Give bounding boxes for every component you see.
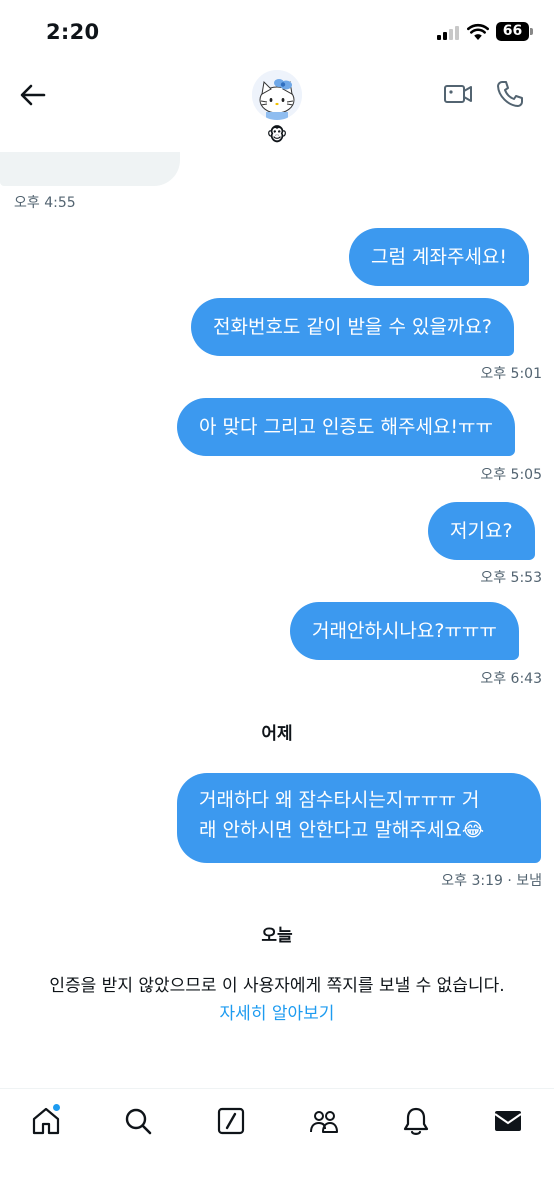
video-call-icon[interactable] xyxy=(442,78,474,110)
communities-icon[interactable] xyxy=(308,1105,340,1137)
message-timestamp: 오후 3:19 · 보냄 xyxy=(441,873,542,889)
battery-indicator: 66 xyxy=(496,22,529,41)
date-divider-yesterday: 어제 xyxy=(261,724,293,744)
message-text: 그럼 계좌주세요! xyxy=(371,246,508,268)
phone-call-icon[interactable] xyxy=(494,78,526,110)
sent-message-bubble[interactable]: 거래하다 왜 잠수타시는지ㅠㅠㅠ 거 래 안하시면 안한다고 말해주세요😂 xyxy=(177,773,541,863)
status-time: 2:20 xyxy=(46,20,100,44)
message-text-line: 래 안하시면 안한다고 말해주세요😂 xyxy=(199,819,485,841)
wifi-icon xyxy=(467,23,489,40)
hello-kitty-avatar-icon xyxy=(252,70,302,120)
cellular-signal-icon xyxy=(437,26,459,40)
back-arrow-icon[interactable] xyxy=(16,78,50,112)
message-text: 전화번호도 같이 받을 수 있을까요? xyxy=(213,316,492,338)
date-divider-today: 오늘 xyxy=(261,926,293,946)
message-timestamp: 오후 5:53 xyxy=(480,570,542,586)
message-timestamp: 오후 6:43 xyxy=(480,671,542,687)
grok-icon[interactable] xyxy=(215,1105,247,1137)
search-icon[interactable] xyxy=(122,1105,154,1137)
bottom-navigation xyxy=(0,1088,554,1200)
sent-message-bubble[interactable]: 거래안하시나요?ㅠㅠㅠ xyxy=(290,602,519,660)
message-text: 저기요? xyxy=(450,520,513,542)
sent-message-bubble[interactable]: 전화번호도 같이 받을 수 있을까요? xyxy=(191,298,514,356)
learn-more-link[interactable]: 자세히 알아보기 xyxy=(0,1000,554,1028)
display-name-emoji: 🐵 xyxy=(266,125,288,146)
battery-tip xyxy=(530,28,533,35)
notifications-icon[interactable] xyxy=(400,1105,432,1137)
avatar[interactable] xyxy=(252,70,302,120)
message-timestamp: 오후 5:01 xyxy=(480,366,542,382)
sent-message-bubble[interactable]: 그럼 계좌주세요! xyxy=(349,228,530,286)
message-text-line: 거래하다 왜 잠수타시는지ㅠㅠㅠ 거 xyxy=(199,789,480,811)
conversation-header: 🐵 xyxy=(0,64,554,152)
dm-restriction-notice: 인증을 받지 않았으므로 이 사용자에게 쪽지를 보낼 수 없습니다. xyxy=(49,976,505,996)
status-bar: 2:20 66 xyxy=(0,0,554,64)
message-text: 아 맞다 그리고 인증도 해주세요!ㅠㅠ xyxy=(199,416,493,438)
message-text: 거래안하시나요?ㅠㅠㅠ xyxy=(312,620,497,642)
messages-icon[interactable] xyxy=(492,1105,524,1137)
sent-message-bubble[interactable]: 아 맞다 그리고 인증도 해주세요!ㅠㅠ xyxy=(177,398,515,456)
notification-dot xyxy=(53,1104,60,1111)
sent-message-bubble[interactable]: 저기요? xyxy=(428,502,535,560)
message-timestamp: 오후 4:55 xyxy=(14,195,76,211)
message-timestamp: 오후 5:05 xyxy=(480,467,542,483)
